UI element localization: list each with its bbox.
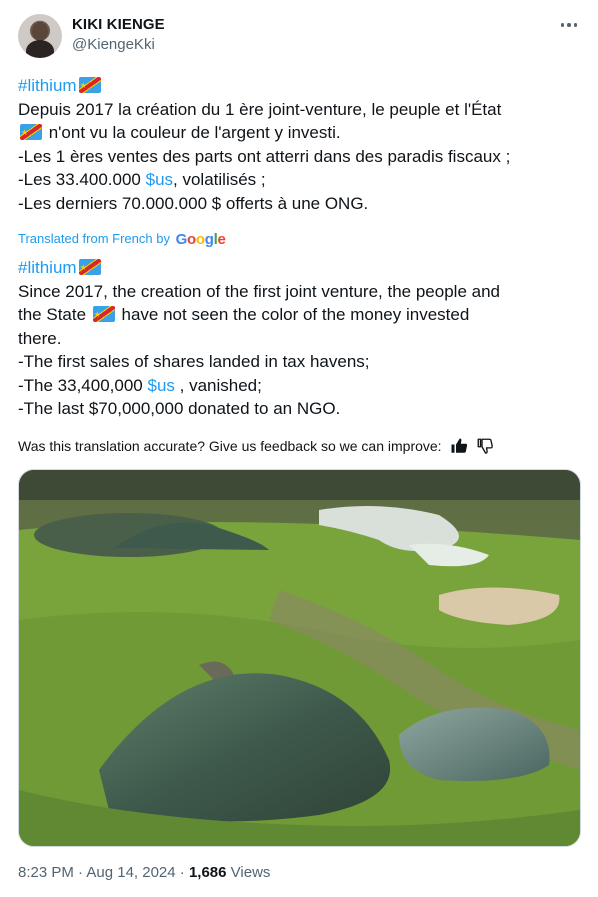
landscape-photo (19, 470, 580, 846)
hashtag-link[interactable]: #lithium (18, 76, 77, 95)
translated-line-2-end: have not seen the color of the money inv… (116, 305, 470, 324)
timestamp[interactable]: 8:23 PM · Aug 14, 2024 · (18, 864, 189, 881)
flag-icon (78, 256, 101, 280)
views-label: Views (226, 864, 271, 881)
cashtag-link[interactable]: $us (147, 376, 174, 395)
translated-text: #lithium Since 2017, the creation of the… (18, 256, 583, 421)
original-text: #lithium Depuis 2017 la création du 1 èr… (18, 74, 583, 215)
views-count: 1,686 (188, 864, 227, 881)
translated-line-6: -The last $70,000,000 donated to an NGO. (18, 399, 341, 418)
more-icon[interactable] (558, 18, 580, 32)
original-line-1: Depuis 2017 la création du 1 ère joint-v… (18, 99, 502, 119)
translated-by-link[interactable]: Translated from French by Google (18, 231, 226, 248)
original-line-2: n'ont vu la couleur de l'argent y invest… (44, 123, 341, 142)
translated-line-2: the State (18, 305, 91, 324)
translation-label: Translated from French by (18, 231, 170, 246)
thumbs-down-icon[interactable] (476, 437, 494, 455)
translated-line-1: Since 2017, the creation of the first jo… (18, 281, 500, 301)
hashtag-link[interactable]: #lithium (18, 258, 77, 277)
translated-line-5: -The 33,400,000 (18, 375, 148, 395)
google-logo: Google (175, 231, 226, 248)
original-line-5: -Les derniers 70.000.000 $ offerts à une… (18, 193, 369, 213)
translated-line-4: -The first sales of shares landed in tax… (18, 352, 370, 371)
translation-feedback: Was this translation accurate? Give us f… (18, 437, 494, 455)
original-line-4: -Les 33.400.000 (18, 170, 146, 189)
cashtag-link[interactable]: $us (146, 170, 173, 189)
author-handle[interactable]: @KiengeKki (72, 36, 155, 53)
translated-line-3: there. (18, 328, 62, 348)
flag-icon (92, 303, 115, 327)
translated-line-5-end: , vanished; (174, 375, 262, 395)
original-line-4-end: , volatilisés ; (173, 170, 266, 189)
avatar[interactable] (18, 14, 62, 58)
flag-icon (20, 121, 42, 145)
tweet-header: KIKI KIENGE @KiengeKki (18, 14, 580, 62)
original-line-3: -Les 1 ères ventes des parts ont atterri… (18, 146, 511, 166)
flag-icon (78, 74, 101, 98)
author-name[interactable]: KIKI KIENGE (72, 16, 165, 33)
thumbs-up-icon[interactable] (450, 437, 468, 455)
feedback-prompt: Was this translation accurate? Give us f… (18, 438, 442, 454)
media-image[interactable] (18, 469, 581, 847)
tweet-footer: 8:23 PM · Aug 14, 2024 · 1,686 Views (18, 864, 270, 881)
